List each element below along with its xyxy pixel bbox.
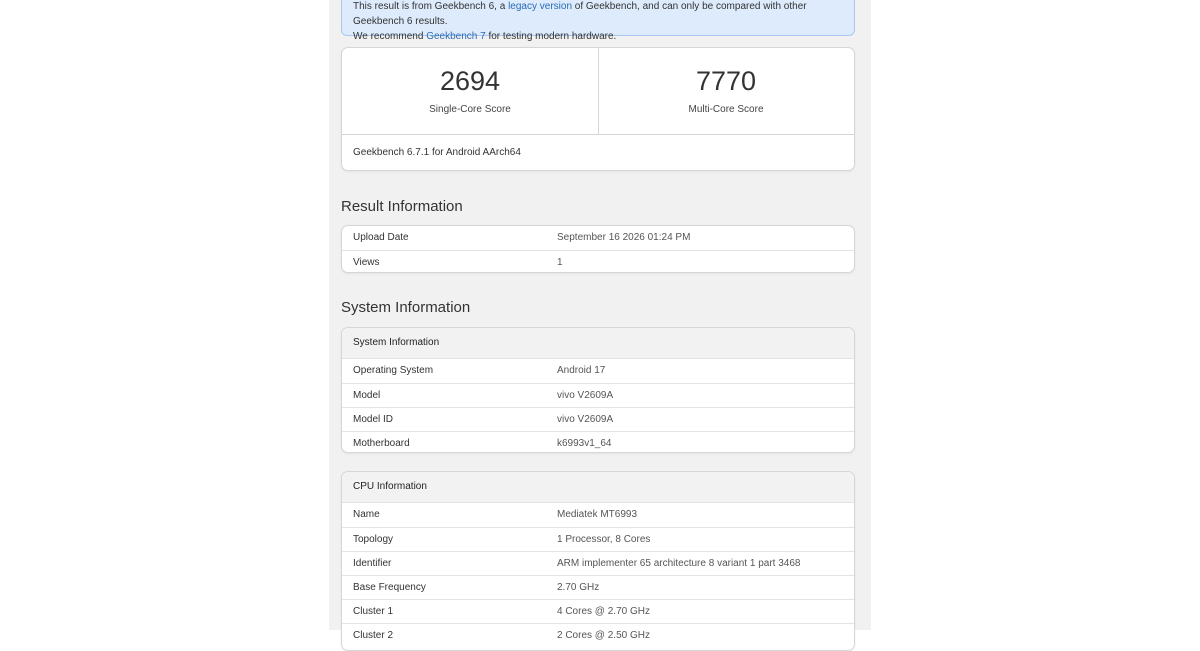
table-row: Upload Date September 16 2026 01:24 PM	[353, 232, 691, 243]
single-core-label: Single-Core Score	[429, 104, 511, 115]
system-information-card: System Information Operating System Andr…	[341, 327, 855, 453]
table-row: Identifier ARM implementer 65 architectu…	[342, 551, 854, 575]
result-information-title: Result Information	[341, 198, 463, 215]
legacy-notice: This result is from Geekbench 6, a legac…	[341, 0, 855, 42]
table-row: Name Mediatek MT6993	[353, 509, 638, 520]
benchmark-version: Geekbench 6.7.1 for Android AArch64	[342, 134, 854, 171]
multi-core-score-box: 7770 Multi-Core Score	[598, 48, 854, 134]
notice-line-2: We recommend Geekbench 7 for testing mod…	[353, 31, 617, 42]
table-row: Motherboard k6993v1_64	[342, 431, 854, 455]
table-row: Topology 1 Processor, 8 Cores	[342, 527, 854, 551]
table-row: Base Frequency 2.70 GHz	[342, 575, 854, 599]
single-core-score-box: 2694 Single-Core Score	[342, 48, 599, 134]
table-row: Operating System Android 17	[353, 365, 606, 376]
notice-line-1: This result is from Geekbench 6, a legac…	[353, 1, 807, 27]
table-row: Model ID vivo V2609A	[342, 407, 854, 431]
multi-core-label: Multi-Core Score	[688, 104, 764, 115]
system-information-title: System Information	[341, 299, 471, 316]
cpu-information-header: CPU Information	[342, 472, 854, 503]
geekbench-7-link[interactable]: Geekbench 7	[426, 31, 486, 42]
table-row: Cluster 1 4 Cores @ 2.70 GHz	[342, 599, 854, 623]
result-information-card: Upload Date September 16 2026 01:24 PM V…	[341, 225, 855, 273]
table-row: Cluster 2 2 Cores @ 2.50 GHz	[342, 623, 854, 647]
cpu-information-card: CPU Information Name Mediatek MT6993 Top…	[341, 471, 855, 651]
multi-core-score: 7770	[695, 66, 757, 96]
system-information-header: System Information	[342, 328, 854, 359]
single-core-score: 2694	[439, 66, 501, 96]
score-card: 2694 Single-Core Score 7770 Multi-Core S…	[341, 47, 855, 171]
legacy-version-link[interactable]: legacy version	[508, 1, 572, 12]
table-row: Model vivo V2609A	[342, 383, 854, 407]
table-row: Views 1	[342, 250, 854, 274]
